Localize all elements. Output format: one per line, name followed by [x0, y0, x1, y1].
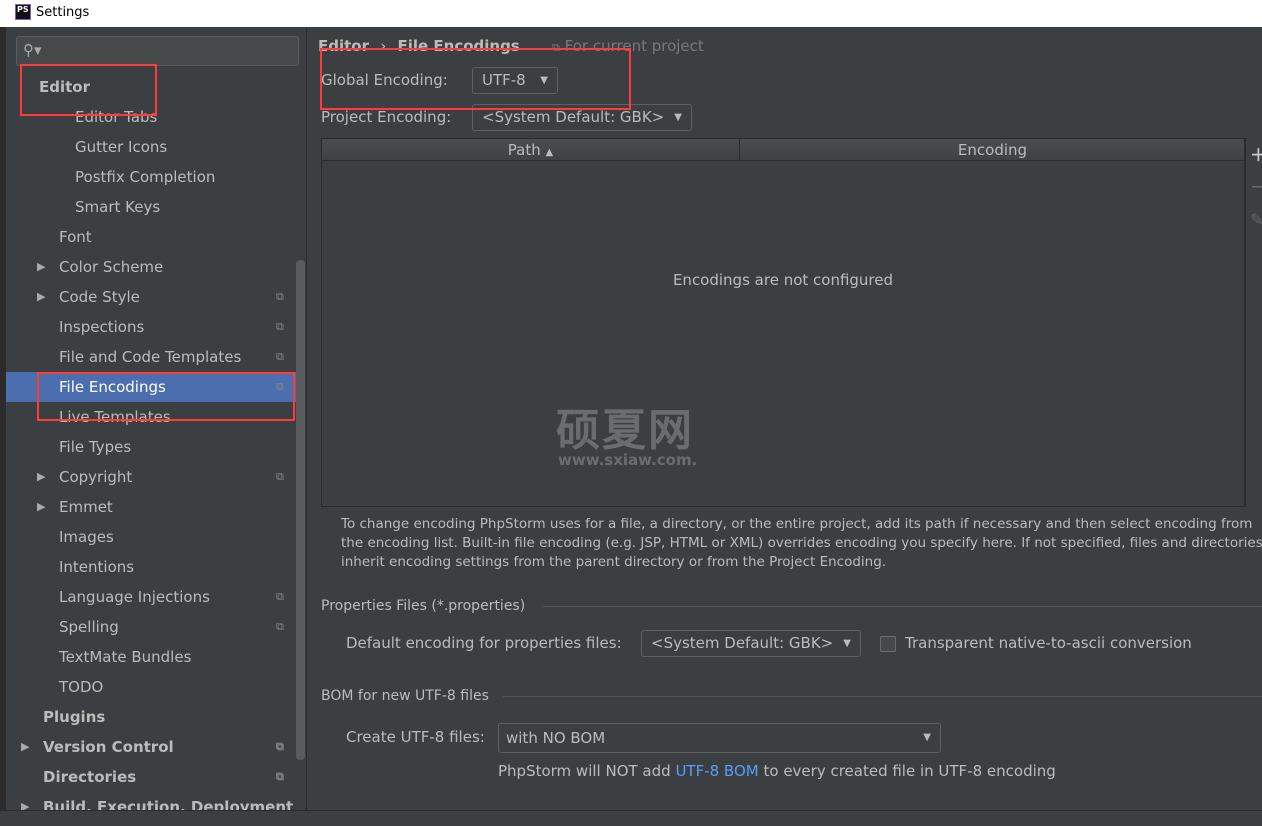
bom-section-title: BOM for new UTF-8 files	[321, 688, 489, 704]
encodings-table[interactable]: Path ▲ Encoding Encodings are not config…	[321, 138, 1245, 507]
project-scope-icon: ⧉	[276, 320, 284, 333]
annotation-highlight-global-encoding	[320, 48, 631, 110]
sidebar-item-label: Spelling	[59, 618, 119, 636]
sidebar-item-language-injections[interactable]: Language Injections ⧉	[6, 582, 296, 612]
sidebar-item-label: Copyright	[59, 468, 133, 486]
search-icon: ⚲▾	[23, 41, 42, 59]
project-encoding-value: <System Default: GBK>	[482, 108, 665, 126]
expand-arrow-icon[interactable]: ▶	[37, 492, 45, 522]
sidebar-item-label: Directories	[43, 768, 137, 786]
table-empty-text: Encodings are not configured	[672, 271, 894, 289]
watermark-url: www.sxiaw.com.	[558, 451, 698, 469]
sidebar-item-copyright[interactable]: ▶ Copyright ⧉	[6, 462, 296, 492]
project-scope-icon: ⧉	[276, 290, 284, 303]
sidebar-item-label: Emmet	[59, 498, 113, 516]
sort-ascending-icon: ▲	[545, 147, 554, 158]
project-scope-icon: ⧉	[276, 590, 284, 603]
sidebar-item-directories[interactable]: Directories ⧉	[6, 762, 296, 792]
properties-section-title: Properties Files (*.properties)	[321, 598, 526, 614]
sidebar-item-label: File Types	[59, 438, 132, 456]
expand-arrow-icon[interactable]: ▶	[21, 732, 29, 762]
watermark-logo: 硕夏网	[556, 405, 694, 456]
column-header-path[interactable]: Path ▲	[322, 139, 740, 161]
sidebar-item-label: TextMate Bundles	[59, 648, 192, 666]
sidebar-item-color-scheme[interactable]: ▶ Color Scheme	[6, 252, 296, 282]
sidebar-item-label: Language Injections	[59, 588, 210, 606]
sidebar-item-label: Plugins	[43, 708, 106, 726]
window-title: Settings	[36, 5, 90, 20]
project-scope-icon: ⧉	[276, 470, 284, 483]
bom-note: PhpStorm will NOT add UTF-8 BOM to every…	[498, 762, 1056, 780]
title-bar: PS Settings	[0, 0, 1262, 27]
sidebar-item-label: Postfix Completion	[75, 168, 216, 186]
sidebar-item-font[interactable]: Font	[6, 222, 296, 252]
chevron-down-icon: ▼	[843, 638, 851, 649]
sidebar-item-version-control[interactable]: ▶ Version Control ⧉	[6, 732, 296, 762]
sidebar-item-todo[interactable]: TODO	[6, 672, 296, 702]
column-header-encoding[interactable]: Encoding	[741, 139, 1244, 161]
settings-search-input[interactable]: ⚲▾	[16, 36, 299, 66]
project-scope-icon: ⧉	[276, 740, 284, 753]
annotation-highlight-file-encodings	[37, 372, 295, 421]
edit-icon[interactable]: ✎	[1250, 210, 1262, 229]
sidebar-item-label: Font	[59, 228, 92, 246]
sidebar-item-label: TODO	[59, 678, 104, 696]
project-scope-icon: ⧉	[276, 350, 284, 363]
sidebar-item-label: Code Style	[59, 288, 140, 306]
expand-arrow-icon[interactable]: ▶	[21, 792, 29, 810]
sidebar-item-label: Inspections	[59, 318, 145, 336]
sidebar-item-label: Version Control	[43, 738, 174, 756]
phpstorm-app-icon: PS	[15, 4, 31, 20]
annotation-highlight-editor	[20, 64, 157, 116]
sidebar-scrollbar[interactable]	[296, 260, 305, 760]
sidebar-item-label: Gutter Icons	[75, 138, 168, 156]
sidebar-item-label: Smart Keys	[75, 198, 161, 216]
dialog-button-bar	[0, 810, 1262, 826]
chevron-down-icon: ▼	[923, 732, 931, 743]
project-scope-icon: ⧉	[276, 620, 284, 633]
table-toolbar: + − ✎	[1245, 138, 1262, 507]
sidebar-item-inspections[interactable]: Inspections ⧉	[6, 312, 296, 342]
file-encodings-panel: Editor › File Encodings ⧉ For current pr…	[307, 27, 1262, 810]
chevron-down-icon: ▼	[674, 112, 682, 123]
divider	[503, 696, 1262, 697]
sidebar-item-spelling[interactable]: Spelling ⧉	[6, 612, 296, 642]
project-encoding-label: Project Encoding:	[321, 108, 452, 126]
sidebar-item-build-execution-deployment[interactable]: ▶ Build, Execution, Deployment	[6, 792, 296, 810]
sidebar-item-emmet[interactable]: ▶ Emmet	[6, 492, 296, 522]
sidebar-item-file-and-code-templates[interactable]: File and Code Templates ⧉	[6, 342, 296, 372]
sidebar-item-plugins[interactable]: Plugins	[6, 702, 296, 732]
sidebar-item-code-style[interactable]: ▶ Code Style ⧉	[6, 282, 296, 312]
sidebar-item-smart-keys[interactable]: Smart Keys	[6, 192, 296, 222]
sidebar-item-images[interactable]: Images	[6, 522, 296, 552]
expand-arrow-icon[interactable]: ▶	[37, 462, 45, 492]
project-scope-icon: ⧉	[276, 770, 284, 783]
sidebar-item-intentions[interactable]: Intentions	[6, 552, 296, 582]
sidebar-item-gutter-icons[interactable]: Gutter Icons	[6, 132, 296, 162]
help-text: To change encoding PhpStorm uses for a f…	[341, 516, 1262, 570]
native-to-ascii-label: Transparent native-to-ascii conversion	[905, 634, 1192, 652]
sidebar-item-label: Build, Execution, Deployment	[43, 798, 294, 810]
sidebar-item-postfix-completion[interactable]: Postfix Completion	[6, 162, 296, 192]
expand-arrow-icon[interactable]: ▶	[37, 252, 45, 282]
sidebar-item-label: Color Scheme	[59, 258, 164, 276]
table-header: Path ▲ Encoding	[322, 139, 1244, 161]
sidebar-item-label: Intentions	[59, 558, 135, 576]
expand-arrow-icon[interactable]: ▶	[37, 282, 45, 312]
properties-encoding-dropdown[interactable]: <System Default: GBK> ▼	[641, 630, 861, 657]
sidebar-item-label: File and Code Templates	[59, 348, 242, 366]
divider	[543, 606, 1262, 607]
remove-icon[interactable]: −	[1250, 174, 1262, 198]
bom-value: with NO BOM	[506, 729, 606, 747]
sidebar-item-label: Images	[59, 528, 114, 546]
utf8-bom-link[interactable]: UTF-8 BOM	[675, 762, 758, 780]
sidebar-item-textmate-bundles[interactable]: TextMate Bundles	[6, 642, 296, 672]
properties-encoding-label: Default encoding for properties files:	[346, 634, 622, 652]
create-utf8-label: Create UTF-8 files:	[346, 728, 485, 746]
add-icon[interactable]: +	[1250, 142, 1262, 166]
native-to-ascii-checkbox[interactable]	[880, 636, 896, 652]
bom-dropdown[interactable]: with NO BOM ▼	[498, 723, 941, 753]
sidebar-item-file-types[interactable]: File Types	[6, 432, 296, 462]
properties-encoding-value: <System Default: GBK>	[651, 634, 834, 652]
